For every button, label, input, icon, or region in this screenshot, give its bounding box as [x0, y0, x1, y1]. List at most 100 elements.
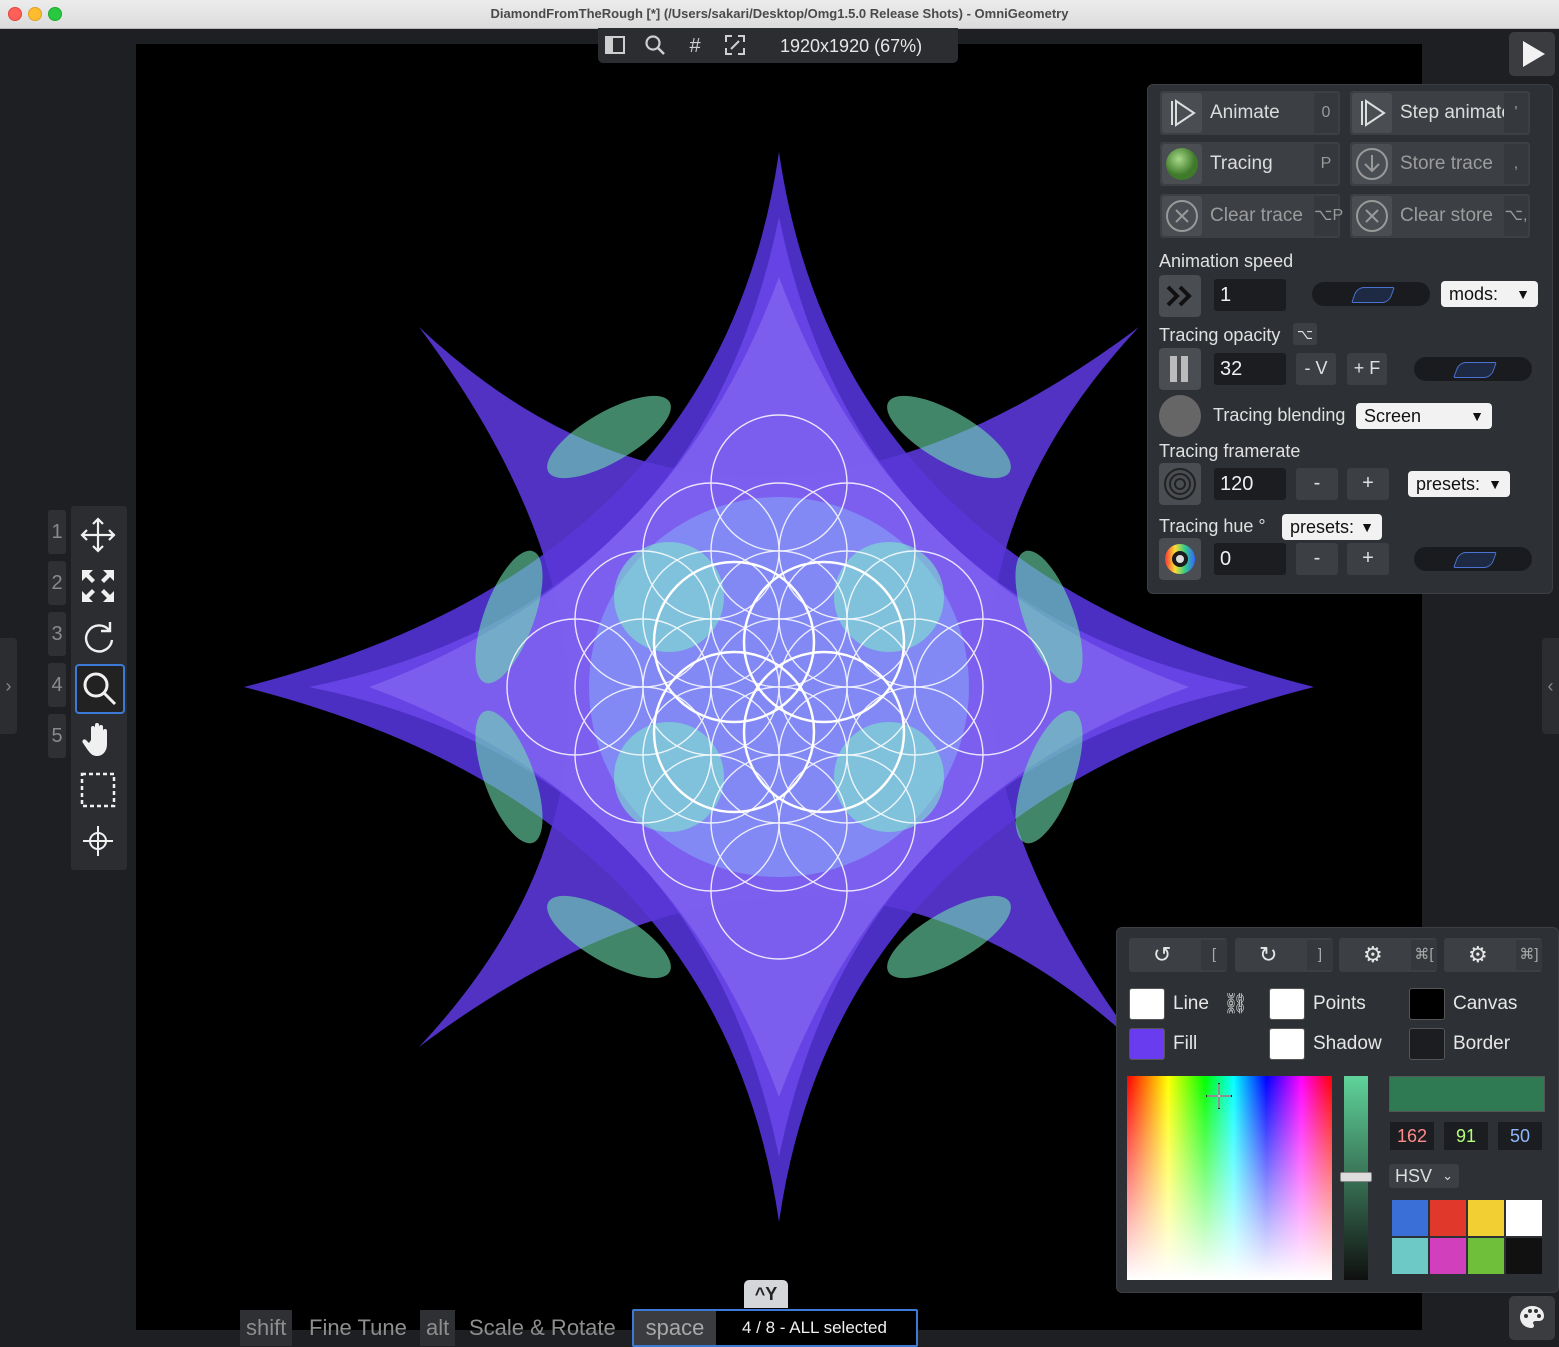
store-trace-label: Store trace [1400, 153, 1493, 174]
select-rect-tool-button[interactable] [75, 767, 121, 813]
hue-presets-select[interactable]: presets: ▼ [1282, 514, 1382, 540]
tool-panel [71, 506, 127, 870]
selection-count: 4 / 8 - ALL selected [742, 1318, 887, 1337]
animate-icon [1162, 93, 1202, 133]
tool-number: 2 [48, 561, 66, 605]
opacity-alt-key[interactable]: ⌥ [1293, 323, 1317, 345]
value-value[interactable]: 50 [1498, 1122, 1542, 1150]
tracing-on-icon [1162, 144, 1202, 184]
tracing-hue-label: Tracing hue ° [1159, 516, 1266, 536]
rotate-right-button[interactable]: ↻] [1235, 938, 1333, 972]
palette-swatch-white[interactable] [1506, 1200, 1542, 1236]
color-mode-select[interactable]: HSV ⌄ [1389, 1164, 1459, 1188]
move-icon [80, 517, 116, 553]
line-color-swatch[interactable] [1129, 988, 1165, 1020]
tracing-hue-input[interactable]: 0 [1214, 543, 1286, 575]
tracing-blending-select[interactable]: Screen ▼ [1356, 403, 1492, 429]
crosshair-tool-button[interactable] [75, 818, 121, 864]
picker-crosshair-icon [1206, 1083, 1232, 1109]
framerate-icon[interactable] [1159, 463, 1201, 505]
saturation-value[interactable]: 91 [1444, 1122, 1488, 1150]
color-panel: ↺[ ↻] ⚙ ⌘[ ⚙ ⌘] Line ⛓ Points Canvas Fill … [1116, 927, 1559, 1293]
canvas-color-swatch[interactable] [1409, 988, 1445, 1020]
palette-swatch-yellow[interactable] [1468, 1200, 1504, 1236]
border-label: Border [1453, 1033, 1511, 1054]
selection-status[interactable]: space 4 / 8 - ALL selected [632, 1309, 918, 1347]
scale-rotate-hint: Scale & Rotate [469, 1315, 616, 1340]
move-tool-button[interactable] [75, 512, 121, 558]
link-icon[interactable]: ⛓ [1223, 991, 1248, 1016]
opacity-increase-button[interactable]: + F [1347, 353, 1387, 385]
line-label: Line [1173, 993, 1209, 1014]
fill-color-swatch[interactable] [1129, 1028, 1165, 1060]
step-animate-button[interactable]: Step animate ' [1350, 91, 1530, 135]
framerate-increase-button[interactable]: + [1347, 468, 1389, 500]
zoom-icon[interactable] [642, 34, 668, 58]
border-color-swatch[interactable] [1409, 1028, 1445, 1060]
rotate-left-button[interactable]: ↺[ [1129, 938, 1227, 972]
value-slider-handle[interactable] [1340, 1172, 1372, 1182]
opacity-icon[interactable] [1159, 348, 1201, 390]
palette-button[interactable] [1509, 1296, 1555, 1340]
settings-prev-button[interactable]: ⚙ ⌘[ [1339, 938, 1437, 972]
step-animate-label: Step animate [1400, 102, 1512, 123]
zoom-tool-button[interactable] [75, 664, 125, 714]
step-animate-icon [1352, 93, 1392, 133]
tracing-framerate-input[interactable]: 120 [1214, 468, 1286, 500]
hand-tool-button[interactable] [75, 716, 121, 762]
store-trace-button[interactable]: Store trace , [1350, 142, 1530, 186]
settings-next-button[interactable]: ⚙ ⌘] [1444, 938, 1542, 972]
fast-forward-icon[interactable] [1159, 275, 1201, 317]
framerate-decrease-button[interactable]: - [1296, 468, 1338, 500]
alt-key-hint: alt [420, 1310, 456, 1346]
points-color-swatch[interactable] [1269, 988, 1305, 1020]
animation-mods-select[interactable]: mods: ▼ [1441, 281, 1538, 307]
animation-speed-input[interactable]: 1 [1214, 279, 1286, 311]
play-button[interactable] [1509, 32, 1555, 76]
hue-wheel-icon[interactable] [1159, 538, 1201, 580]
left-panel-toggle[interactable]: › [0, 638, 17, 734]
tracing-hue-slider[interactable] [1414, 547, 1532, 571]
fine-tune-hint: Fine Tune [309, 1315, 407, 1340]
tracing-toggle-button[interactable]: Tracing P [1160, 142, 1340, 186]
palette-swatch-green[interactable] [1468, 1238, 1504, 1274]
color-preview [1389, 1076, 1545, 1112]
blending-icon[interactable] [1159, 395, 1201, 437]
scale-tool-button[interactable] [75, 563, 121, 609]
tracing-opacity-input[interactable]: 32 [1214, 353, 1286, 385]
value-slider[interactable] [1340, 1076, 1372, 1280]
shadow-color-swatch[interactable] [1269, 1028, 1305, 1060]
palette-swatch-black[interactable] [1506, 1238, 1542, 1274]
palette-swatch-magenta[interactable] [1430, 1238, 1466, 1274]
window-title: DiamondFromTheRough [*] (/Users/sakari/D… [490, 6, 1069, 21]
tool-number: 1 [48, 510, 66, 554]
clear-store-button[interactable]: Clear store ⌥, [1350, 194, 1530, 238]
palette-swatch-teal[interactable] [1392, 1238, 1428, 1274]
gear-icon: ⚙ [1468, 942, 1488, 967]
sidebar-icon[interactable] [602, 34, 628, 58]
palette-swatch-red[interactable] [1430, 1200, 1466, 1236]
animation-speed-slider[interactable] [1312, 282, 1430, 306]
hue-increase-button[interactable]: + [1347, 543, 1389, 575]
animate-button[interactable]: Animate 0 [1160, 91, 1340, 135]
rotate-tool-button[interactable] [75, 614, 121, 660]
palette-icon [1520, 1306, 1544, 1328]
hue-decrease-button[interactable]: - [1296, 543, 1338, 575]
color-spectrum-picker[interactable] [1127, 1076, 1332, 1280]
framerate-presets-select[interactable]: presets: ▼ [1408, 471, 1510, 497]
opacity-decrease-button[interactable]: - V [1296, 353, 1336, 385]
gear-icon: ⚙ [1363, 942, 1383, 967]
top-toolbar: # 1920x1920 (67%) [598, 28, 958, 63]
fullscreen-icon[interactable] [722, 34, 748, 58]
tracing-framerate-label: Tracing framerate [1159, 441, 1301, 461]
clear-trace-button[interactable]: Clear trace ⌥P [1160, 194, 1343, 238]
fill-label: Fill [1173, 1033, 1198, 1054]
hand-icon [82, 723, 107, 756]
grid-icon[interactable]: # [682, 34, 708, 58]
animation-speed-label: Animation speed [1159, 251, 1294, 271]
animate-label: Animate [1210, 102, 1280, 123]
tracing-opacity-slider[interactable] [1414, 357, 1532, 381]
right-panel-toggle[interactable]: ‹ [1542, 638, 1559, 734]
hue-value[interactable]: 162 [1390, 1122, 1434, 1150]
palette-swatch-blue[interactable] [1392, 1200, 1428, 1236]
